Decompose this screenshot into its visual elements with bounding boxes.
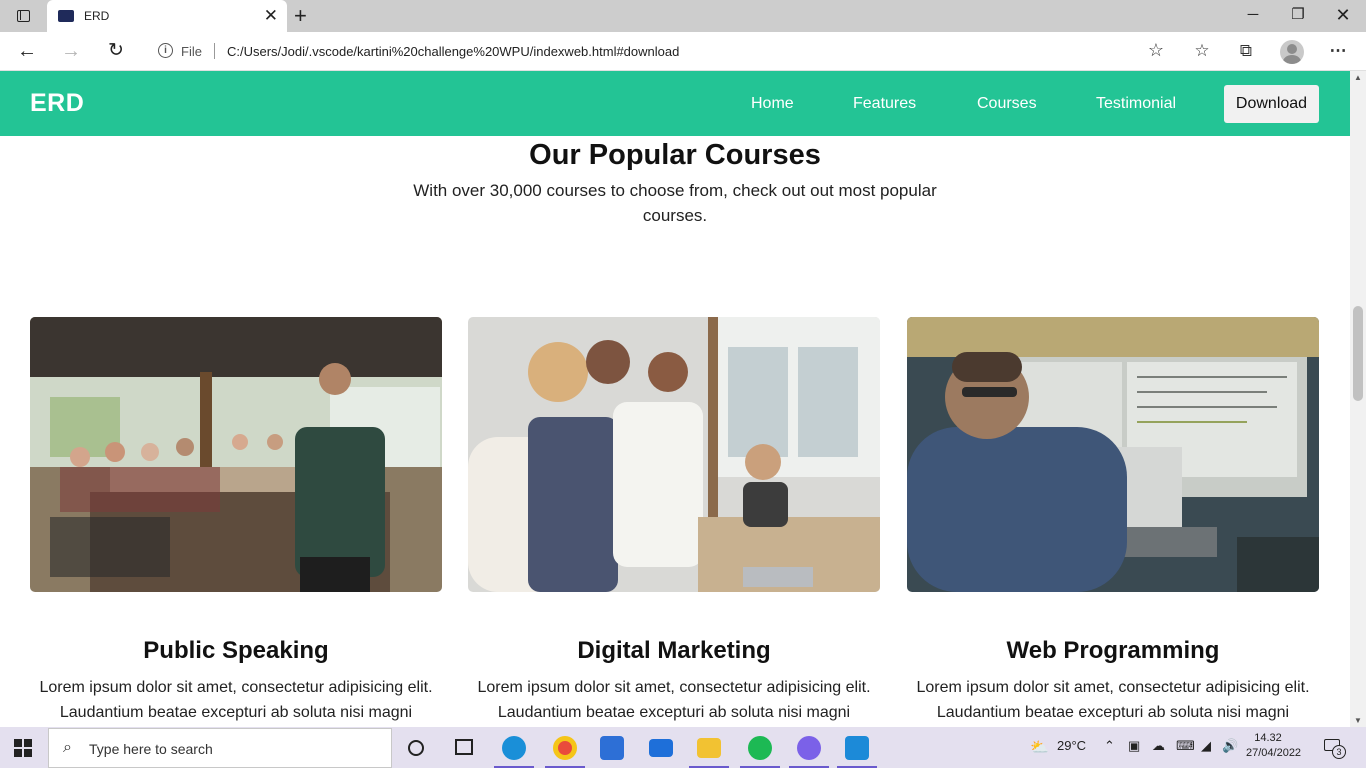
taskbar-app-spotify[interactable]: [737, 727, 783, 768]
course-image-digital-marketing: [468, 317, 880, 592]
course-title: Digital Marketing: [577, 637, 771, 664]
browser-tab-strip: ERD ✕ + ─ ❐ ✕: [0, 0, 1366, 32]
task-view-icon[interactable]: [455, 739, 473, 755]
taskbar-app-store[interactable]: [589, 727, 635, 768]
spotify-icon: [748, 736, 772, 760]
taskbar-app-vscode[interactable]: [834, 727, 880, 768]
site-navbar: ERD Home Features Courses Testimonial Do…: [0, 71, 1350, 136]
browser-tab[interactable]: ERD ✕: [47, 0, 287, 32]
taskbar-app-edge[interactable]: [491, 727, 537, 768]
course-title: Web Programming: [1006, 637, 1220, 664]
search-icon: ⌕: [63, 739, 72, 756]
store-icon: [600, 736, 624, 760]
tab-close-button[interactable]: ✕: [264, 6, 278, 26]
show-hidden-icons-icon[interactable]: ⌃: [1104, 738, 1115, 754]
notification-count: 3: [1332, 745, 1346, 759]
volume-icon[interactable]: 🔊: [1222, 738, 1238, 754]
onedrive-icon[interactable]: ☁: [1152, 738, 1165, 754]
site-favicon-icon: [58, 10, 74, 22]
clock-date: 27/04/2022: [1246, 747, 1302, 759]
download-button[interactable]: Download: [1224, 85, 1319, 123]
tab-title: ERD: [84, 9, 110, 23]
more-icon[interactable]: ⋯: [1325, 39, 1351, 63]
favorites-icon[interactable]: ☆: [1189, 39, 1215, 63]
address-bar[interactable]: i File C:/Users/Jodi/.vscode/kartini%20c…: [144, 36, 1174, 66]
window-close-button[interactable]: ✕: [1328, 4, 1358, 26]
course-image-web-programming: [907, 317, 1319, 592]
taskbar-search-box[interactable]: ⌕ Type here to search: [48, 728, 392, 768]
edge-icon: [502, 736, 526, 760]
folder-icon: [697, 738, 721, 758]
tab-actions-button[interactable]: [10, 6, 36, 26]
section-title: Our Popular Courses: [529, 139, 821, 171]
input-method-icon[interactable]: ⌨: [1176, 738, 1195, 754]
minimize-button[interactable]: ─: [1238, 4, 1268, 26]
course-description: Lorem ipsum dolor sit amet, consectetur …: [916, 679, 1310, 721]
nav-features-link[interactable]: Features: [853, 95, 916, 113]
nav-home-link[interactable]: Home: [751, 95, 794, 113]
course-title: Public Speaking: [143, 637, 329, 664]
new-tab-button[interactable]: +: [294, 4, 307, 28]
add-favorite-icon[interactable]: ☆: [1148, 40, 1164, 61]
course-description: Lorem ipsum dolor sit amet, consectetur …: [477, 679, 871, 721]
taskbar-app-chrome[interactable]: [542, 727, 588, 768]
scroll-down-icon[interactable]: ▼: [1354, 716, 1362, 725]
search-placeholder: Type here to search: [89, 741, 213, 757]
chrome-icon: [553, 736, 577, 760]
taskbar-app-file-explorer[interactable]: [686, 727, 732, 768]
profile-icon[interactable]: [1280, 40, 1304, 64]
taskbar-app-mail[interactable]: [638, 727, 684, 768]
vscode-icon: [845, 736, 869, 760]
cortana-icon[interactable]: [408, 740, 424, 756]
page-viewport: ERD Home Features Courses Testimonial Do…: [0, 71, 1350, 727]
discord-icon: [797, 736, 821, 760]
windows-start-icon[interactable]: [14, 739, 32, 757]
nav-testimonial-link[interactable]: Testimonial: [1096, 95, 1176, 113]
taskbar-clock[interactable]: 14.32 27/04/2022: [1246, 731, 1302, 761]
course-description: Lorem ipsum dolor sit amet, consectetur …: [39, 679, 433, 721]
clock-time: 14.32: [1254, 732, 1282, 744]
scrollbar-thumb[interactable]: [1353, 306, 1363, 401]
back-icon[interactable]: ←: [14, 39, 40, 63]
taskbar-app-discord[interactable]: [786, 727, 832, 768]
info-icon[interactable]: i: [158, 43, 173, 58]
url-text[interactable]: C:/Users/Jodi/.vscode/kartini%20challeng…: [227, 44, 679, 59]
vertical-scrollbar[interactable]: ▲ ▼: [1350, 71, 1366, 727]
network-icon[interactable]: ◢: [1201, 738, 1211, 754]
restore-button[interactable]: ❐: [1283, 4, 1313, 26]
scroll-up-icon[interactable]: ▲: [1354, 73, 1362, 82]
site-logo[interactable]: ERD: [30, 89, 84, 118]
nav-courses-link[interactable]: Courses: [977, 95, 1037, 113]
collections-icon[interactable]: ⧉: [1233, 39, 1259, 63]
weather-temp[interactable]: 29°C: [1057, 738, 1086, 753]
weather-icon[interactable]: ⛅: [1030, 738, 1049, 756]
section-subtitle: With over 30,000 courses to choose from,…: [413, 181, 937, 225]
notification-center-icon[interactable]: 3: [1322, 737, 1346, 759]
scheme-label: File: [181, 44, 202, 59]
windows-taskbar: ⌕ Type here to search ⛅ 29°C ⌃ ▣ ☁ ⌨ ◢ 🔊…: [0, 727, 1366, 768]
address-toolbar: ← → ↻ i File C:/Users/Jodi/.vscode/karti…: [0, 32, 1366, 71]
forward-icon[interactable]: →: [58, 39, 84, 63]
address-separator: [214, 43, 215, 59]
tab-actions-icon: [16, 10, 30, 22]
course-image-public-speaking: [30, 317, 442, 592]
meet-now-icon[interactable]: ▣: [1128, 738, 1140, 754]
refresh-icon[interactable]: ↻: [103, 39, 129, 63]
mail-icon: [649, 739, 673, 757]
